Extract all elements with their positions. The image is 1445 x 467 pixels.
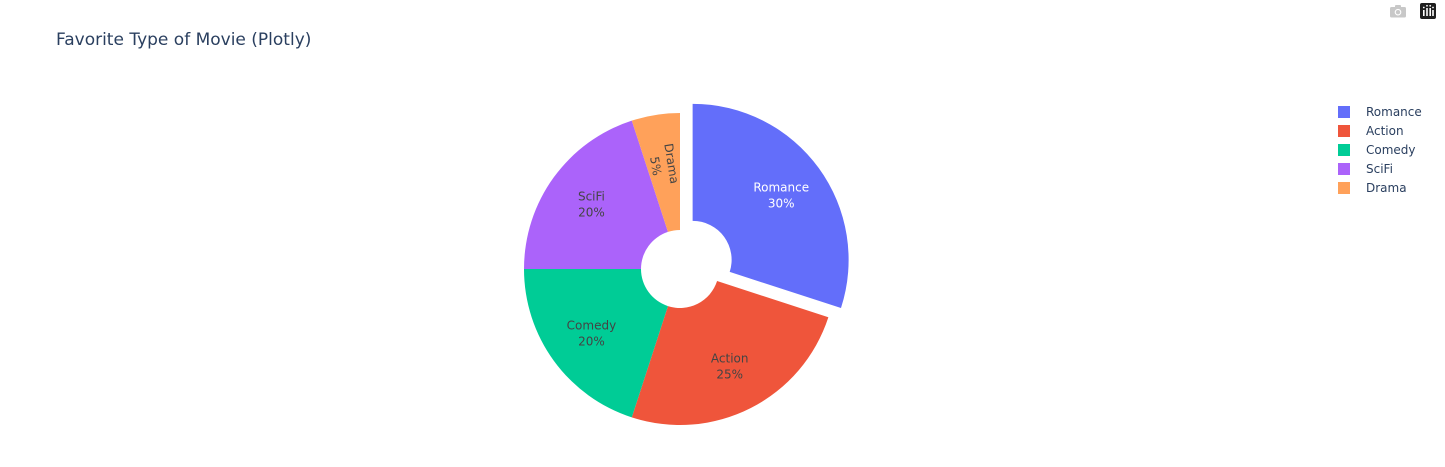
legend-item-scifi[interactable]: SciFi xyxy=(1338,159,1422,178)
slice-label-percent: 20% xyxy=(578,206,605,220)
slice-label-percent: 25% xyxy=(716,368,743,382)
legend-item-drama[interactable]: Drama xyxy=(1338,178,1422,197)
legend-item-action[interactable]: Action xyxy=(1338,121,1422,140)
slice-label-percent: 5% xyxy=(647,156,664,177)
legend-item-romance[interactable]: Romance xyxy=(1338,102,1422,121)
slice-label-percent: 30% xyxy=(768,196,795,210)
legend-swatch xyxy=(1338,124,1350,137)
legend-label: Comedy xyxy=(1366,142,1416,157)
slice-label-name: SciFi xyxy=(578,190,605,204)
pie-slices xyxy=(524,103,849,425)
legend-label: Action xyxy=(1366,123,1404,138)
pie-chart: Romance30%Action25%Comedy20%SciFi20%Dram… xyxy=(524,103,849,425)
slice-label-name: Romance xyxy=(753,180,809,194)
legend-item-comedy[interactable]: Comedy xyxy=(1338,140,1422,159)
legend-label: SciFi xyxy=(1366,161,1393,176)
legend-swatch xyxy=(1338,105,1350,118)
legend-swatch xyxy=(1338,143,1350,156)
slice-label-name: Comedy xyxy=(567,318,617,332)
legend-label: Romance xyxy=(1366,104,1422,119)
legend-swatch xyxy=(1338,181,1350,194)
legend-label: Drama xyxy=(1366,180,1407,195)
legend-swatch xyxy=(1338,162,1350,175)
chart-page: Favorite Type of Movie (Plotly) Romance 3… xyxy=(0,0,1445,467)
slice-label-name: Action xyxy=(711,352,749,366)
slice-label-percent: 20% xyxy=(578,334,605,348)
chart-legend: Romance Action Comedy SciFi Drama xyxy=(1338,102,1422,197)
